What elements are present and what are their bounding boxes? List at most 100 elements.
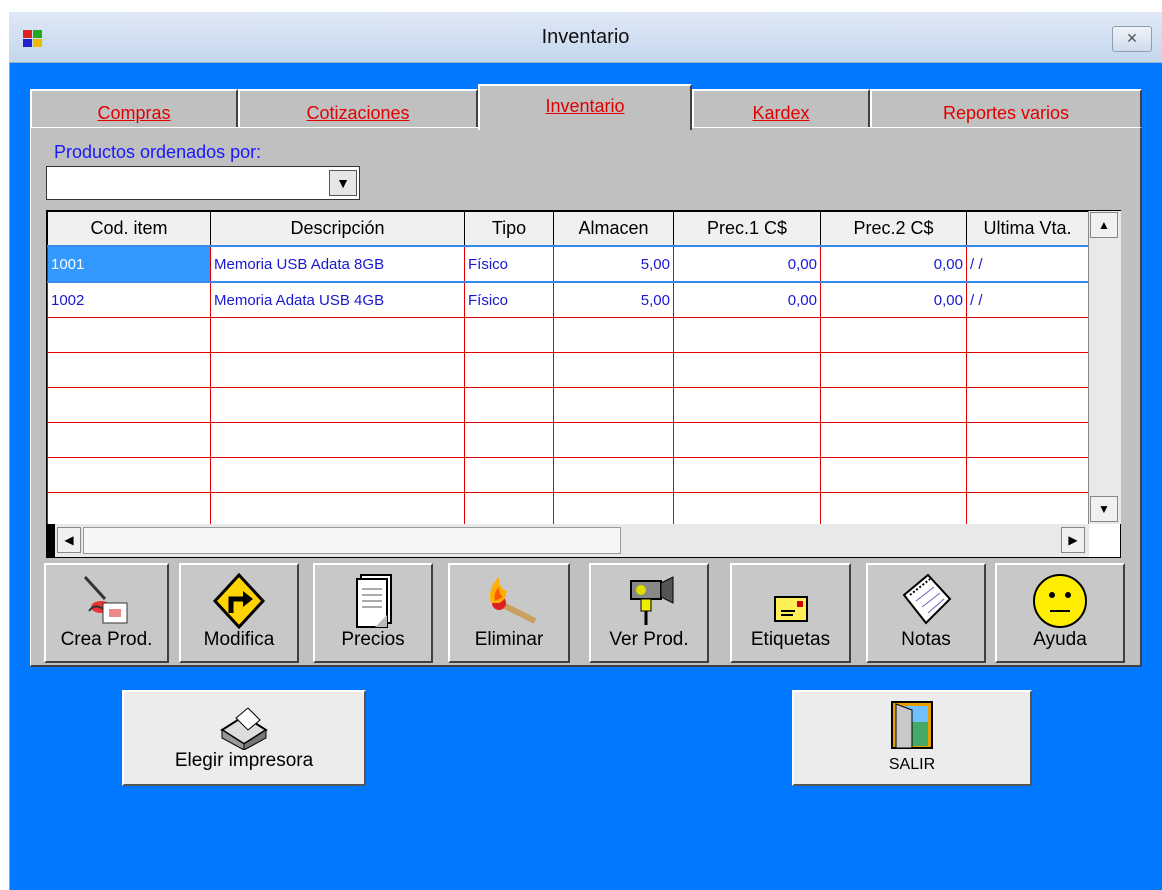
table-cell[interactable] [210, 317, 465, 353]
table-cell[interactable] [820, 422, 967, 458]
table-row[interactable] [47, 457, 1089, 493]
column-header[interactable]: Tipo [464, 211, 554, 247]
table-cell[interactable]: 0,00 [820, 245, 967, 283]
vertical-scrollbar[interactable]: ▲ ▼ [1088, 211, 1121, 524]
table-cell[interactable] [673, 387, 821, 423]
tab-compras[interactable]: Compras [30, 89, 238, 129]
notes-button[interactable]: Notas [866, 563, 986, 663]
table-cell[interactable]: 5,00 [553, 245, 674, 283]
column-header[interactable]: Descripción [210, 211, 465, 247]
table-row[interactable] [47, 352, 1089, 388]
table-cell[interactable] [553, 352, 674, 388]
table-cell[interactable] [553, 317, 674, 353]
table-cell[interactable] [966, 352, 1089, 388]
table-cell[interactable]: 5,00 [553, 281, 674, 318]
table-cell[interactable] [464, 317, 554, 353]
table-cell[interactable] [553, 422, 674, 458]
table-cell[interactable] [47, 317, 211, 353]
tab-inventario[interactable]: Inventario [478, 84, 692, 130]
table-cell[interactable] [966, 317, 1089, 353]
table-cell[interactable]: / / [966, 281, 1089, 318]
view-product-button[interactable]: Ver Prod. [589, 563, 709, 663]
table-cell[interactable] [47, 422, 211, 458]
table-cell[interactable] [464, 492, 554, 528]
chevron-down-icon[interactable]: ▼ [329, 170, 357, 196]
window-title: Inventario [541, 26, 630, 48]
table-cell[interactable]: Físico [464, 245, 554, 283]
table-cell[interactable]: / / [966, 245, 1089, 283]
table-cell[interactable]: Memoria Adata USB 4GB [210, 281, 465, 318]
close-button[interactable]: ✕ [1112, 26, 1152, 52]
table-cell[interactable] [553, 387, 674, 423]
table-row[interactable] [47, 422, 1089, 458]
table-cell[interactable] [210, 422, 465, 458]
table-cell[interactable] [820, 317, 967, 353]
table-cell[interactable] [464, 457, 554, 493]
help-button[interactable]: Ayuda [995, 563, 1125, 663]
table-cell[interactable]: Memoria USB Adata 8GB [210, 245, 465, 283]
table-cell[interactable] [464, 352, 554, 388]
table-cell[interactable] [47, 457, 211, 493]
table-row[interactable]: 1002 Memoria Adata USB 4GB Físico 5,00 0,00 0… [47, 281, 1089, 318]
table-row[interactable]: 1001 Memoria USB Adata 8GB Físico 5,00 0,00 0… [47, 245, 1089, 283]
table-cell[interactable] [47, 387, 211, 423]
tab-reportes-varios[interactable]: Reportes varios [870, 89, 1142, 129]
prices-button[interactable]: Precios [313, 563, 433, 663]
exit-button[interactable]: SALIR [792, 690, 1032, 786]
tab-cotizaciones[interactable]: Cotizaciones [238, 89, 478, 129]
table-row[interactable] [47, 492, 1089, 528]
create-product-button[interactable]: Crea Prod. [44, 563, 169, 663]
column-header[interactable]: Almacen [553, 211, 674, 247]
table-cell[interactable] [966, 422, 1089, 458]
table-cell[interactable] [210, 492, 465, 528]
title-bar[interactable]: Inventario ✕ [9, 12, 1162, 63]
horizontal-scroll-thumb[interactable] [83, 527, 621, 554]
table-cell[interactable] [673, 317, 821, 353]
table-cell[interactable] [966, 387, 1089, 423]
modify-button[interactable]: Modifica [179, 563, 299, 663]
choose-printer-button[interactable]: Elegir impresora [122, 690, 366, 786]
table-cell[interactable] [820, 387, 967, 423]
column-header[interactable]: Prec.1 C$ [673, 211, 821, 247]
column-header[interactable]: Ultima Vta. [966, 211, 1089, 247]
table-row[interactable] [47, 387, 1089, 423]
table-cell[interactable] [553, 457, 674, 493]
order-by-select[interactable]: ▼ [46, 166, 360, 200]
table-row[interactable] [47, 317, 1089, 353]
table-cell[interactable] [210, 387, 465, 423]
table-cell[interactable] [673, 352, 821, 388]
scroll-up-icon[interactable]: ▲ [1090, 212, 1118, 238]
table-cell[interactable]: Físico [464, 281, 554, 318]
scroll-down-icon[interactable]: ▼ [1090, 496, 1118, 522]
table-cell[interactable]: 0,00 [673, 281, 821, 318]
horizontal-scrollbar[interactable]: ◀ ▶ [47, 524, 1089, 557]
button-label: SALIR [888, 756, 936, 773]
products-grid[interactable]: Cod. item Descripción Tipo Almacen Prec.1 C$… [46, 210, 1121, 558]
delete-button[interactable]: Eliminar [448, 563, 570, 663]
table-cell[interactable] [673, 422, 821, 458]
column-header[interactable]: Prec.2 C$ [820, 211, 967, 247]
table-cell[interactable] [464, 422, 554, 458]
scroll-left-icon[interactable]: ◀ [57, 527, 81, 553]
table-cell[interactable] [210, 352, 465, 388]
table-cell[interactable]: 0,00 [673, 245, 821, 283]
tab-kardex[interactable]: Kardex [692, 89, 870, 129]
table-cell[interactable] [820, 352, 967, 388]
table-cell[interactable] [553, 492, 674, 528]
table-cell[interactable] [966, 492, 1089, 528]
table-cell[interactable] [47, 352, 211, 388]
table-cell[interactable] [673, 492, 821, 528]
table-cell[interactable] [47, 492, 211, 528]
table-cell[interactable] [464, 387, 554, 423]
table-cell[interactable] [673, 457, 821, 493]
column-header[interactable]: Cod. item [47, 211, 211, 247]
table-cell[interactable] [966, 457, 1089, 493]
table-cell[interactable]: 1002 [47, 281, 211, 318]
table-cell[interactable]: 1001 [47, 245, 211, 283]
table-cell[interactable] [820, 492, 967, 528]
table-cell[interactable] [820, 457, 967, 493]
labels-button[interactable]: Etiquetas [730, 563, 851, 663]
table-cell[interactable]: 0,00 [820, 281, 967, 318]
scroll-right-icon[interactable]: ▶ [1061, 527, 1085, 553]
table-cell[interactable] [210, 457, 465, 493]
